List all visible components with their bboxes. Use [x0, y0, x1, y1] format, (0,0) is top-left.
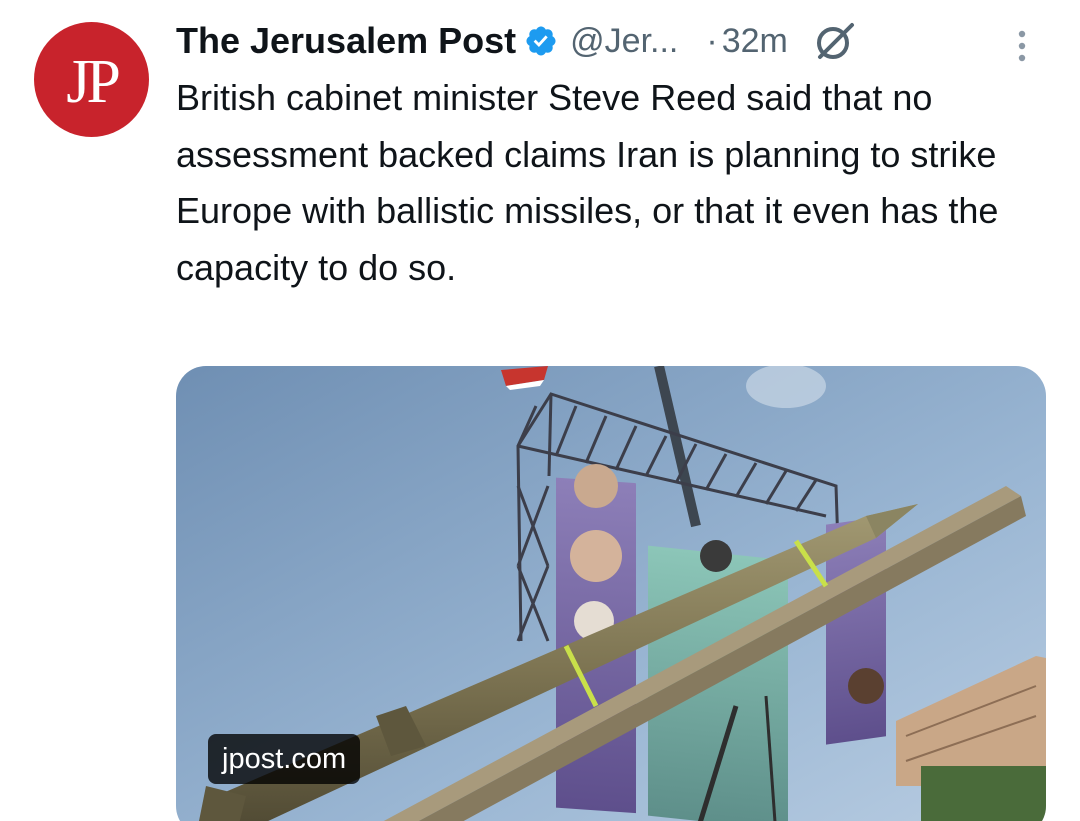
avatar[interactable]: JP: [34, 22, 149, 137]
more-vertical-icon[interactable]: [1012, 26, 1032, 68]
separator-dot: ·: [706, 21, 718, 60]
tweet-text: British cabinet minister Steve Reed said…: [176, 77, 999, 288]
grok-icon[interactable]: [814, 20, 856, 62]
avatar-logo-text: JP: [66, 47, 121, 116]
display-name[interactable]: The Jerusalem Post: [176, 20, 516, 62]
tweet[interactable]: JP The Jerusalem Post @Jer... · 32m Brit…: [0, 0, 1080, 821]
timestamp[interactable]: 32m: [722, 22, 788, 61]
tweet-header: The Jerusalem Post @Jer... · 32m: [176, 14, 1060, 68]
link-domain-badge: jpost.com: [208, 734, 361, 784]
link-card-image[interactable]: jpost.com: [176, 366, 1046, 821]
verified-badge-icon: [526, 26, 556, 56]
handle[interactable]: @Jer...: [570, 22, 678, 61]
